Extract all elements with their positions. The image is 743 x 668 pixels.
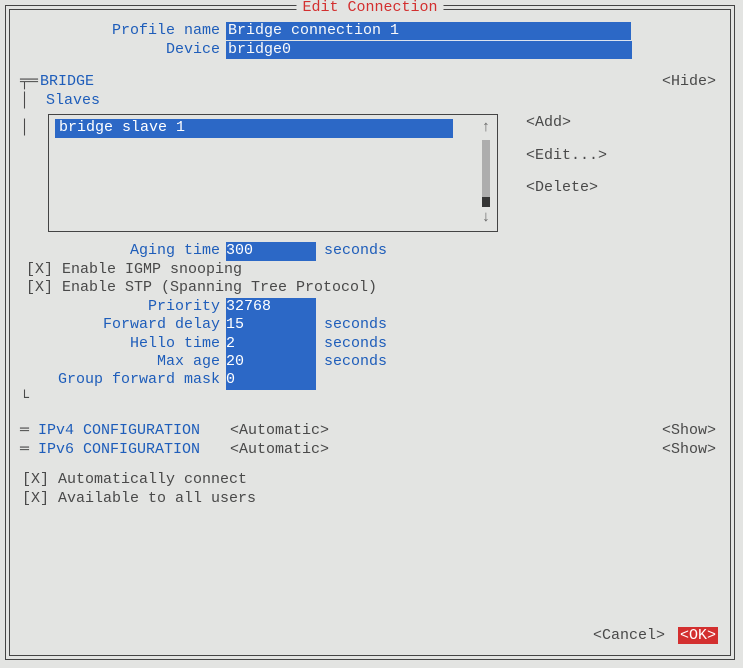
ipv4-handle: ═ bbox=[20, 422, 38, 440]
stp-checkbox[interactable]: [X] Enable STP (Spanning Tree Protocol) bbox=[26, 279, 720, 297]
maxage-units: seconds bbox=[324, 353, 387, 371]
device-label: Device bbox=[20, 41, 226, 59]
maxage-input[interactable]: 20 bbox=[226, 353, 316, 371]
gfm-input[interactable]: 0 bbox=[226, 371, 316, 389]
hello-units: seconds bbox=[324, 335, 387, 353]
slaves-scrollbar[interactable]: ↑ ↓ bbox=[479, 119, 493, 227]
fwd-input[interactable]: 15 bbox=[226, 316, 316, 334]
bridge-section-title: BRIDGE bbox=[40, 73, 94, 91]
dialog-frame: Edit Connection Profile name Bridge conn… bbox=[9, 9, 731, 656]
profile-name-value[interactable]: Bridge connection 1 bbox=[226, 22, 401, 40]
profile-name-input[interactable]: Bridge connection 1 bbox=[226, 22, 631, 41]
scrollbar-thumb[interactable] bbox=[482, 197, 490, 207]
available-all-checkbox[interactable]: [X] Available to all users bbox=[22, 490, 720, 508]
ipv6-dropdown[interactable]: <Automatic> bbox=[230, 441, 329, 459]
slaves-listbox[interactable]: bridge slave 1 ↑ ↓ bbox=[48, 114, 498, 232]
aging-units: seconds bbox=[324, 242, 387, 260]
delete-slave-button[interactable]: <Delete> bbox=[526, 179, 607, 197]
bridge-section-pipe2: │ bbox=[20, 119, 28, 137]
fwd-units: seconds bbox=[324, 316, 387, 334]
arrow-down-icon[interactable]: ↓ bbox=[481, 209, 490, 227]
bridge-section-pipe: │ bbox=[20, 92, 28, 110]
priority-input[interactable]: 32768 bbox=[226, 298, 316, 316]
scrollbar-track[interactable] bbox=[482, 140, 490, 207]
profile-name-label: Profile name bbox=[20, 22, 226, 41]
arrow-up-icon[interactable]: ↑ bbox=[481, 119, 490, 137]
cancel-button[interactable]: <Cancel> bbox=[593, 627, 665, 644]
igmp-checkbox[interactable]: [X] Enable IGMP snooping bbox=[26, 261, 720, 279]
gfm-label: Group forward mask bbox=[20, 371, 226, 389]
bridge-section-end: └ bbox=[20, 390, 720, 408]
aging-label: Aging time bbox=[20, 242, 226, 260]
dialog-title: Edit Connection bbox=[296, 0, 443, 17]
ipv6-label: IPv6 CONFIGURATION bbox=[38, 441, 230, 459]
hello-label: Hello time bbox=[20, 335, 226, 353]
slaves-label: Slaves bbox=[46, 92, 100, 110]
slave-item[interactable]: bridge slave 1 bbox=[55, 119, 453, 137]
maxage-label: Max age bbox=[20, 353, 226, 371]
edit-slave-button[interactable]: <Edit...> bbox=[526, 147, 607, 165]
device-input[interactable]: bridge0 bbox=[226, 41, 632, 59]
add-slave-button[interactable]: <Add> bbox=[526, 114, 607, 132]
priority-label: Priority bbox=[20, 298, 226, 316]
aging-input[interactable]: 300 bbox=[226, 242, 316, 260]
ok-button[interactable]: <OK> bbox=[678, 627, 718, 644]
ipv4-label: IPv4 CONFIGURATION bbox=[38, 422, 230, 440]
auto-connect-checkbox[interactable]: [X] Automatically connect bbox=[22, 471, 720, 489]
fwd-label: Forward delay bbox=[20, 316, 226, 334]
ipv4-dropdown[interactable]: <Automatic> bbox=[230, 422, 329, 440]
ipv6-show-button[interactable]: <Show> bbox=[662, 441, 716, 459]
bridge-section-handle: ╤═ bbox=[20, 73, 38, 91]
device-value[interactable]: bridge0 bbox=[226, 41, 293, 59]
ipv6-handle: ═ bbox=[20, 441, 38, 459]
outer-frame: Edit Connection Profile name Bridge conn… bbox=[5, 5, 735, 660]
hello-input[interactable]: 2 bbox=[226, 335, 316, 353]
bridge-hide-button[interactable]: <Hide> bbox=[662, 73, 716, 91]
ipv4-show-button[interactable]: <Show> bbox=[662, 422, 716, 440]
